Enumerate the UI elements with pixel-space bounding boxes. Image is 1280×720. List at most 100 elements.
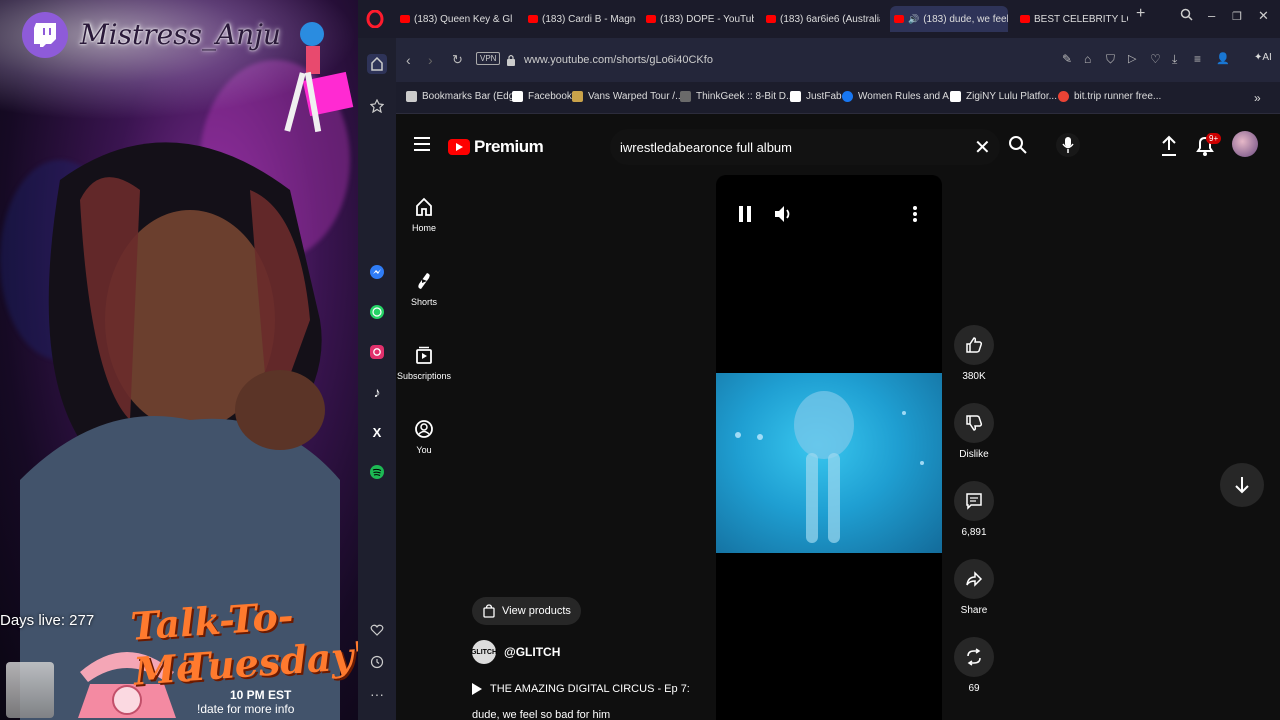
shopping-bag-icon bbox=[483, 604, 495, 618]
home-icon bbox=[416, 197, 432, 216]
facebook-icon bbox=[842, 91, 853, 102]
camera-icon[interactable]: ⌂ bbox=[1084, 52, 1091, 66]
youtube-favicon-icon bbox=[400, 15, 410, 23]
instagram-icon[interactable] bbox=[367, 342, 387, 362]
close-window-button[interactable]: ✕ bbox=[1258, 8, 1269, 24]
play-icon[interactable]: ▷ bbox=[1128, 52, 1136, 65]
channel-handle: @GLITCH bbox=[504, 645, 561, 659]
whatsapp-icon[interactable] bbox=[367, 302, 387, 322]
streamer-name: Mistress_Anju bbox=[80, 18, 281, 51]
address-bar: ‹ › ↻ VPN www.youtube.com/shorts/gLo6i40… bbox=[396, 38, 1280, 82]
minimize-button[interactable]: – bbox=[1208, 8, 1215, 23]
download-icon[interactable]: ⤓ bbox=[1172, 52, 1177, 67]
dislike-button[interactable]: Dislike bbox=[954, 403, 994, 460]
linked-video[interactable]: THE AMAZING DIGITAL CIRCUS - Ep 7: bbox=[472, 683, 690, 695]
search-icon[interactable] bbox=[1008, 135, 1028, 155]
search-tabs-icon[interactable] bbox=[1180, 8, 1193, 21]
page-icon bbox=[790, 91, 801, 102]
guide-item-home[interactable]: Home bbox=[396, 197, 452, 233]
bookmark-item[interactable]: ZigiNY Lulu Platfor... bbox=[950, 91, 1057, 102]
youtube-logo-icon bbox=[448, 139, 470, 155]
page-icon bbox=[950, 91, 961, 102]
comments-button[interactable]: 6,891 bbox=[954, 481, 994, 538]
spotify-icon[interactable] bbox=[367, 462, 387, 482]
new-tab-button[interactable]: + bbox=[1136, 5, 1145, 23]
heart-outline-icon[interactable]: ♡ bbox=[1150, 52, 1161, 66]
twitch-logo-icon bbox=[22, 12, 68, 58]
tiktok-icon[interactable]: ♪ bbox=[367, 382, 387, 402]
thumbs-down-icon bbox=[954, 403, 994, 443]
days-live-counter: Days live: 277 bbox=[0, 612, 95, 629]
opera-logo-icon[interactable] bbox=[366, 10, 384, 28]
tab-item[interactable]: (183) Queen Key & GloR bbox=[396, 6, 512, 32]
bookmark-item[interactable]: Facebook bbox=[512, 91, 572, 102]
promo-command: !date for more info bbox=[197, 702, 295, 716]
bookmark-item[interactable]: ThinkGeek :: 8-Bit D... bbox=[680, 91, 794, 102]
cup-graphic bbox=[6, 662, 54, 718]
guide-item-you[interactable]: You bbox=[396, 419, 452, 455]
upload-icon[interactable] bbox=[1158, 135, 1180, 157]
maximize-button[interactable]: ❐ bbox=[1232, 10, 1242, 23]
tab-item[interactable]: BEST CELEBRITY LOOKAL bbox=[1016, 6, 1128, 32]
reload-icon[interactable]: ↻ bbox=[452, 52, 463, 68]
underwater-figure bbox=[735, 391, 924, 543]
x-icon[interactable]: X bbox=[367, 422, 387, 442]
account-avatar[interactable] bbox=[1232, 131, 1258, 157]
url-text: www.youtube.com/shorts/gLo6i40CKfo bbox=[524, 54, 713, 66]
star-icon[interactable] bbox=[367, 96, 387, 116]
browser-window: (183) Queen Key & GloR (183) Cardi B - M… bbox=[358, 0, 1280, 720]
back-arrow-icon[interactable]: ‹ bbox=[406, 52, 411, 68]
home-icon[interactable] bbox=[367, 54, 387, 74]
next-short-button[interactable] bbox=[1220, 463, 1264, 507]
shorts-player[interactable] bbox=[716, 175, 942, 720]
pause-icon[interactable] bbox=[738, 205, 752, 223]
youtube-page: Premium iwrestledabearonce full album ✕ … bbox=[396, 115, 1280, 720]
aria-icon[interactable]: ✦AI bbox=[1254, 52, 1272, 63]
lock-icon bbox=[507, 54, 515, 66]
more-dots-icon[interactable]: ··· bbox=[367, 684, 387, 704]
forward-arrow-icon[interactable]: › bbox=[428, 52, 433, 68]
vpn-badge[interactable]: VPN bbox=[476, 52, 501, 65]
messenger-icon[interactable] bbox=[367, 262, 387, 282]
youtube-premium-logo[interactable]: Premium bbox=[448, 137, 544, 157]
share-button[interactable]: Share bbox=[954, 559, 994, 616]
volume-icon[interactable] bbox=[774, 205, 794, 223]
you-profile-icon bbox=[415, 420, 433, 438]
google-icon bbox=[1058, 91, 1069, 102]
folder-icon bbox=[406, 91, 417, 102]
like-button[interactable]: 380K bbox=[954, 325, 994, 382]
short-caption: dude, we feel so bad for him bbox=[472, 709, 611, 720]
notification-count-badge: 9+ bbox=[1206, 133, 1222, 144]
promo-time: 10 PM EST bbox=[230, 688, 292, 702]
hamburger-menu-icon[interactable] bbox=[414, 137, 430, 151]
search-input[interactable]: iwrestledabearonce full album bbox=[610, 129, 1000, 165]
more-vertical-icon[interactable] bbox=[912, 205, 918, 223]
bookmark-item[interactable]: Vans Warped Tour /... bbox=[572, 91, 683, 102]
bookmark-item[interactable]: Bookmarks Bar (Edge) bbox=[406, 91, 523, 102]
guide-item-shorts[interactable]: Shorts bbox=[396, 271, 452, 307]
bookmarks-overflow-icon[interactable]: » bbox=[1254, 91, 1261, 105]
menu-lines-icon[interactable]: ≡ bbox=[1194, 52, 1201, 66]
microphone-icon[interactable] bbox=[1056, 133, 1080, 157]
view-products-button[interactable]: View products bbox=[472, 597, 581, 625]
history-icon[interactable] bbox=[367, 652, 387, 672]
profile-icon[interactable]: 👤 bbox=[1216, 52, 1230, 65]
shorts-icon bbox=[418, 273, 430, 289]
tab-item[interactable]: (183) 6ar6ie6 (Australia) bbox=[762, 6, 880, 32]
bookmark-item[interactable]: JustFab bbox=[790, 91, 842, 102]
clear-search-icon[interactable]: ✕ bbox=[974, 135, 991, 160]
heart-icon[interactable] bbox=[367, 620, 387, 640]
youtube-favicon-icon bbox=[766, 15, 776, 23]
edit-icon[interactable]: ✎ bbox=[1062, 52, 1072, 66]
tab-item[interactable]: (183) Cardi B - Magnet ( bbox=[524, 6, 636, 32]
tab-item[interactable]: (183) DOPE - YouTube bbox=[642, 6, 754, 32]
channel-link[interactable]: GLITCH @GLITCH bbox=[471, 640, 561, 664]
guide-item-subscriptions[interactable]: Subscriptions bbox=[396, 345, 452, 381]
shield-icon[interactable]: ⛉ bbox=[1106, 52, 1115, 67]
bookmark-item[interactable]: Women Rules and A... bbox=[842, 91, 957, 102]
youtube-favicon-icon bbox=[1020, 15, 1030, 23]
tab-item-active[interactable]: 🔊(183) dude, we feel sc bbox=[890, 6, 1008, 32]
page-icon bbox=[512, 91, 523, 102]
remix-button[interactable]: 69 bbox=[954, 637, 994, 694]
bookmark-item[interactable]: bit.trip runner free... bbox=[1058, 91, 1161, 102]
